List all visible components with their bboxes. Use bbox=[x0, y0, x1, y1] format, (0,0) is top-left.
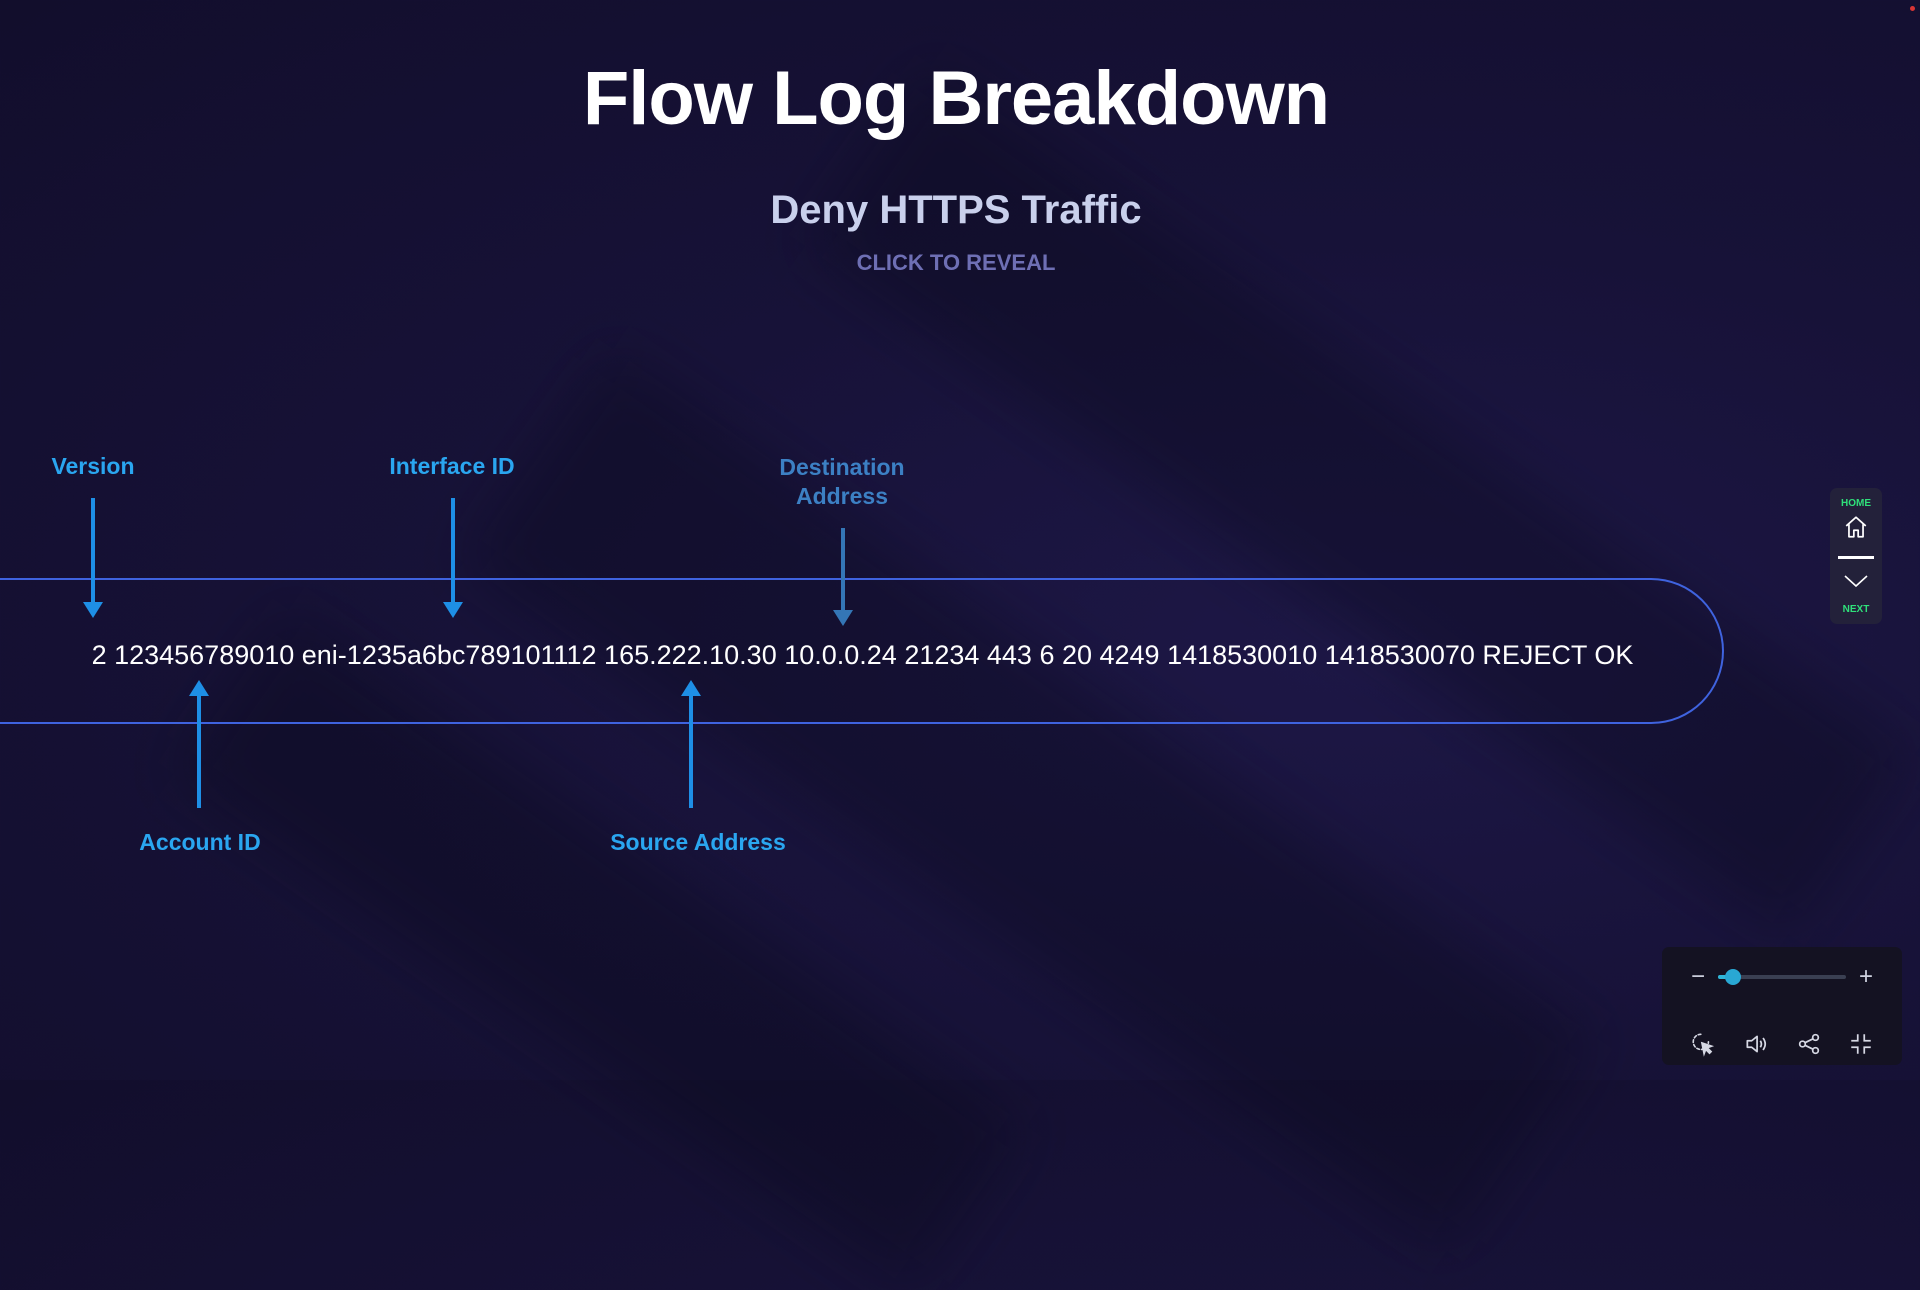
cursor-click-icon[interactable] bbox=[1690, 1031, 1716, 1057]
side-navigation: HOME NEXT bbox=[1830, 488, 1882, 624]
flow-log-line: 2 123456789010 eni-1235a6bc789101112 165… bbox=[91, 640, 1634, 670]
label-account-id: Account ID bbox=[139, 829, 261, 855]
chevron-down-icon[interactable] bbox=[1843, 572, 1869, 590]
arrow-account-id bbox=[189, 680, 209, 808]
exit-fullscreen-icon[interactable] bbox=[1848, 1031, 1874, 1057]
arrow-source-address bbox=[681, 680, 701, 808]
label-source-address: Source Address bbox=[610, 829, 786, 855]
home-label: HOME bbox=[1841, 498, 1871, 509]
label-destination-line1: Destination bbox=[779, 454, 905, 480]
arrow-version bbox=[83, 498, 103, 618]
label-interface-id: Interface ID bbox=[389, 453, 515, 479]
slide-subtitle: Deny HTTPS Traffic bbox=[770, 188, 1142, 232]
arrow-destination-address bbox=[833, 528, 853, 626]
click-to-reveal-button[interactable]: CLICK TO REVEAL bbox=[0, 250, 1912, 276]
recording-indicator bbox=[1910, 6, 1915, 11]
zoom-out-button[interactable]: − bbox=[1686, 965, 1710, 989]
arrow-interface-id bbox=[443, 498, 463, 618]
zoom-slider[interactable] bbox=[1718, 969, 1846, 985]
player-controls: − + bbox=[1662, 947, 1902, 1065]
slide-title: Flow Log Breakdown bbox=[582, 56, 1330, 141]
home-icon[interactable] bbox=[1843, 514, 1869, 540]
share-icon[interactable] bbox=[1796, 1031, 1822, 1057]
volume-icon[interactable] bbox=[1743, 1031, 1769, 1057]
nav-divider bbox=[1838, 556, 1874, 559]
next-label[interactable]: NEXT bbox=[1830, 604, 1882, 615]
zoom-slider-handle[interactable] bbox=[1725, 969, 1742, 985]
label-version: Version bbox=[51, 453, 135, 479]
label-destination-line2: Address bbox=[795, 483, 889, 509]
zoom-in-button[interactable]: + bbox=[1854, 965, 1878, 989]
label-destination-address: Destination Address bbox=[752, 453, 932, 511]
